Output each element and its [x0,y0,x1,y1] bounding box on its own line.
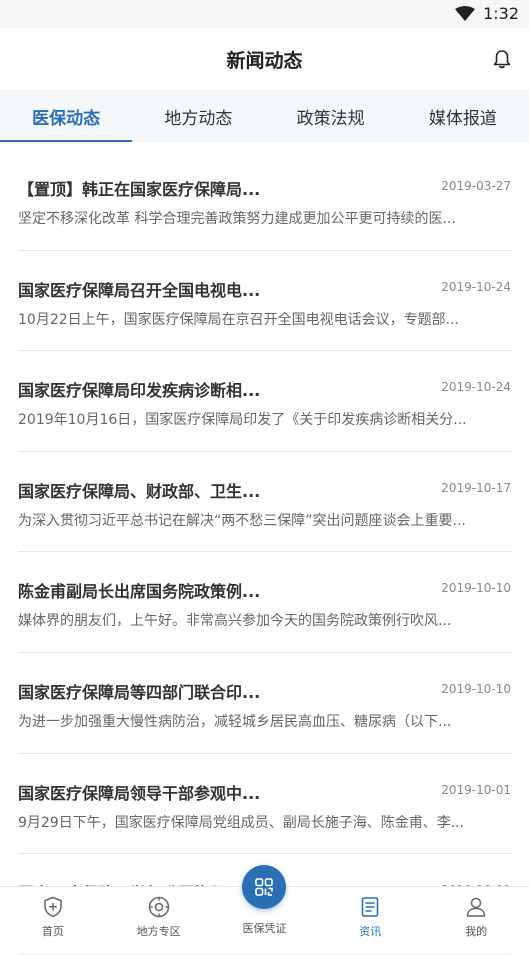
news-title: 国家医疗保障局、财政部、卫生... [18,481,261,501]
news-date: 2019-10-01 [441,782,511,797]
nav-profile-label: 我的 [465,925,488,938]
list-item[interactable]: 国家医疗保障局召开全国电视电... 2019-10-24 10月22日上午，国家… [18,251,511,352]
shield-plus-icon [44,896,62,918]
bell-icon[interactable] [491,48,513,70]
wifi-icon [455,5,476,21]
tab-policy[interactable]: 政策法规 [265,90,397,142]
status-bar: 1:32 [0,0,529,28]
app-header: 新闻动态 [0,28,529,90]
compass-icon [148,896,169,918]
list-item[interactable]: 陈金甫副局长出席国务院政策例... 2019-10-10 媒体界的朋友们，上午好… [18,552,511,653]
news-summary: 媒体界的朋友们，上午好。非常高兴参加今天的国务院政策例行吹风... [18,613,452,630]
news-date: 2019-10-10 [441,681,511,696]
qr-code-icon [255,878,274,896]
list-item[interactable]: 【置顶】韩正在国家医疗保障局... 2019-03-27 坚定不移深化改革 科学… [18,150,511,251]
page-title: 新闻动态 [226,50,303,72]
nav-home[interactable]: 首页 [0,887,106,944]
news-date: 2019-10-24 [441,279,511,294]
news-summary: 为深入贯彻习近平总书记在解决“两不愁三保障”突出问题座谈会上重要... [18,512,466,529]
news-summary: 10月22日上午，国家医疗保障局在京召开全国电视电话会议，专题部... [18,311,459,328]
news-summary: 9月29日下午，国家医疗保障局党组成员、副局长施子海、陈金甫、李... [18,814,465,831]
news-doc-icon [361,897,379,917]
list-item[interactable]: 国家医疗保障局、财政部、卫生... 2019-10-17 为深入贯彻习近平总书记… [18,452,511,553]
user-icon [466,897,486,917]
nav-local-label: 地方专区 [136,925,181,938]
news-title: 【置顶】韩正在国家医疗保障局... [18,180,261,199]
nav-home-label: 首页 [41,925,64,938]
news-title: 陈金甫副局长出席国务院政策例... [18,582,261,602]
nav-news[interactable]: 资讯 [317,887,423,944]
news-title: 国家医疗保障局领导干部参观中... [18,783,261,803]
status-right: 1:32 [455,4,519,23]
nav-insurance-card[interactable]: 医保凭证 [212,865,318,944]
insurance-card-button[interactable] [242,865,287,909]
news-summary: 为进一步加强重大慢性病防治，减轻城乡居民高血压、糖尿病（以下... [18,713,452,730]
tab-bar: 医保动态 地方动态 政策法规 媒体报道 [0,90,529,142]
news-title: 国家医疗保障局召开全国电视电... [18,280,261,300]
news-summary: 2019年10月16日，国家医疗保障局印发了《关于印发疾病诊断相关分... [18,412,467,429]
nav-news-label: 资讯 [359,925,382,938]
news-date: 2019-10-10 [441,581,511,596]
news-date: 2019-03-27 [441,179,511,193]
list-item[interactable]: 国家医疗保障局等四部门联合印... 2019-10-10 为进一步加强重大慢性病… [18,653,511,754]
news-date: 2019-10-24 [441,380,511,395]
news-date: 2019-10-17 [441,480,511,495]
news-title: 国家医疗保障局印发疾病诊断相... [18,381,261,401]
nav-local[interactable]: 地方专区 [106,887,212,944]
nav-profile[interactable]: 我的 [423,887,529,944]
list-item[interactable]: 国家医疗保障局印发疾病诊断相... 2019-10-24 2019年10月16日… [18,351,511,452]
status-time: 1:32 [483,4,519,23]
news-summary: 坚定不移深化改革 科学合理完善政策努力建成更加公平更可持续的医... [18,211,456,227]
tab-medical-news[interactable]: 医保动态 [0,90,133,142]
bottom-nav: 首页 地方专区 医保凭证 资讯 我的 [0,865,529,944]
news-title: 国家医疗保障局等四部门联合印... [18,682,261,702]
tab-media[interactable]: 媒体报道 [397,90,529,142]
nav-insurance-card-label: 医保凭证 [242,922,287,935]
news-list: 【置顶】韩正在国家医疗保障局... 2019-03-27 坚定不移深化改革 科学… [0,150,529,955]
list-item[interactable]: 国家医疗保障局领导干部参观中... 2019-10-01 9月29日下午，国家医… [18,754,511,855]
tab-local-news[interactable]: 地方动态 [132,90,264,142]
